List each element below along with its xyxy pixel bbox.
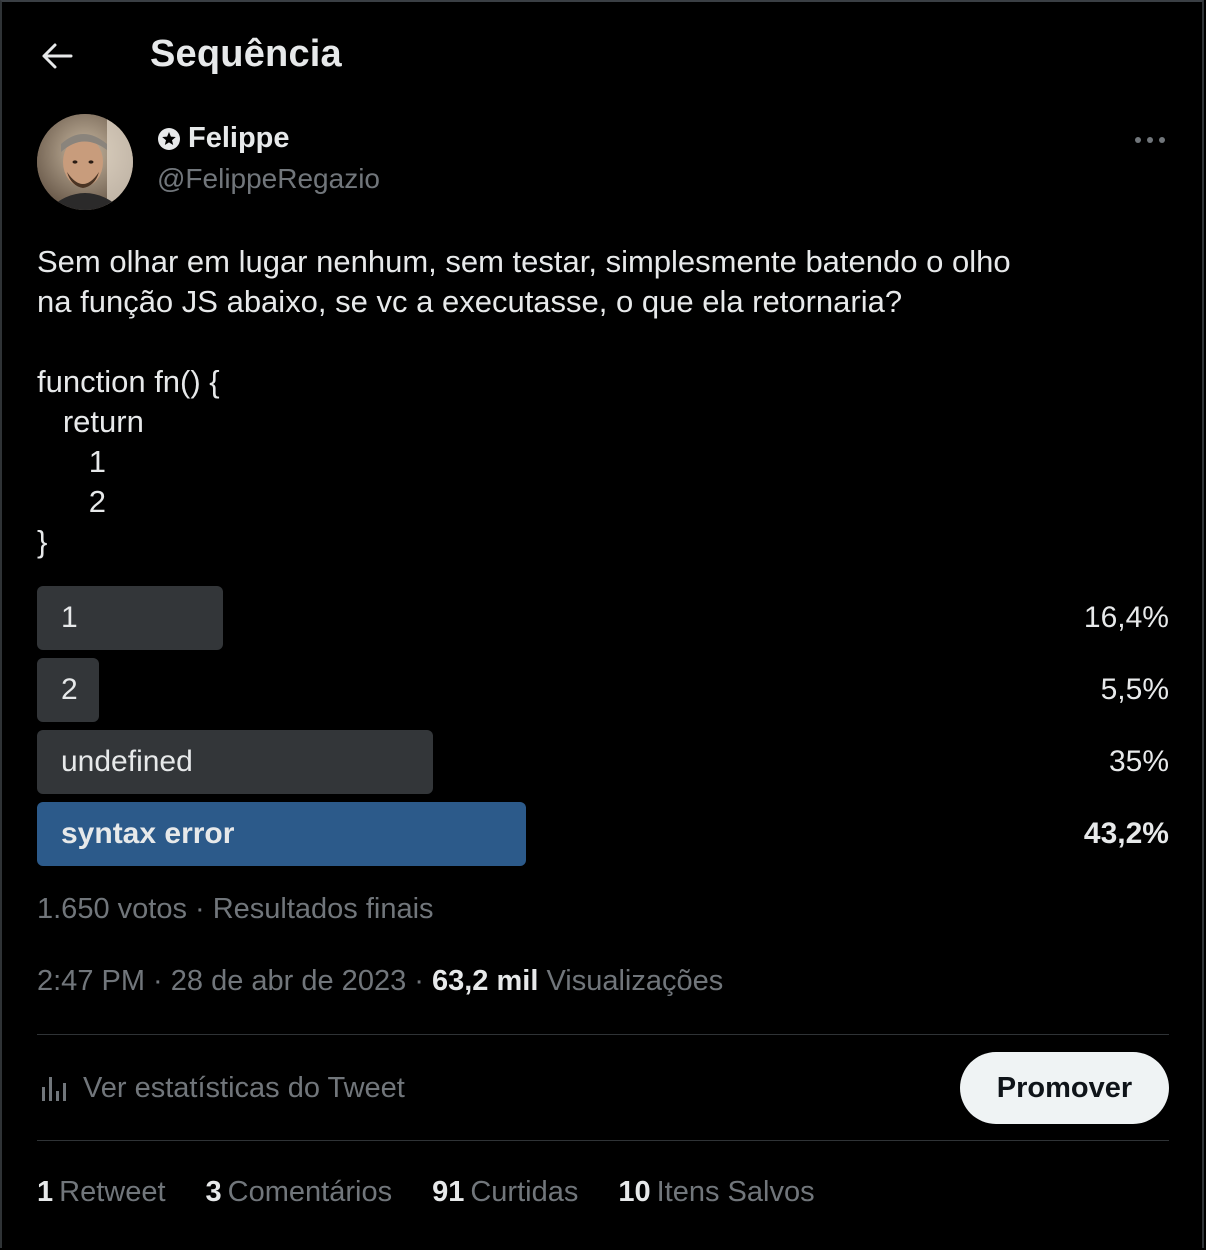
poll-option[interactable]: 2 5,5% [37, 658, 1169, 722]
author-name[interactable]: Felippe [157, 122, 290, 155]
poll-option-percent: 5,5% [1100, 673, 1169, 706]
poll-option-label: 2 [61, 673, 78, 706]
views-count: 63,2 mil [431, 965, 539, 997]
promote-button[interactable]: Promover [960, 1052, 1169, 1124]
more-options-button[interactable] [1128, 124, 1172, 156]
poll: 1 16,4% 2 5,5% undefined 35% syntax erro… [37, 586, 1169, 874]
poll-option-percent: 16,4% [1083, 601, 1169, 634]
bar-chart-icon [37, 1071, 71, 1105]
avatar-image [37, 114, 133, 210]
tweet-text: Sem olhar em lugar nenhum, sem testar, s… [37, 244, 1011, 559]
author-name-text: Felippe [188, 122, 290, 154]
poll-option[interactable]: 1 16,4% [37, 586, 1169, 650]
count-number: 10 [618, 1176, 651, 1208]
likes-count[interactable]: 91 Curtidas [432, 1176, 578, 1209]
count-label: Comentários [227, 1176, 393, 1208]
poll-option-winner[interactable]: syntax error 43,2% [37, 802, 1169, 866]
views-label: Visualizações [538, 965, 724, 997]
poll-option-percent: 43,2% [1083, 817, 1169, 850]
divider [37, 1034, 1169, 1035]
poll-option-label: syntax error [61, 817, 235, 850]
poll-option-percent: 35% [1108, 745, 1169, 778]
timestamp[interactable]: 2:47 PM · 28 de abr de 2023 · [37, 965, 432, 997]
verified-star-icon [157, 127, 181, 151]
divider [37, 1140, 1169, 1141]
count-label: Itens Salvos [656, 1176, 815, 1208]
avatar[interactable] [37, 114, 133, 210]
engagement-counts: 1 Retweet 3 Comentários 91 Curtidas 10 Itens… [37, 1176, 855, 1209]
author-handle[interactable]: @FelippeRegazio [157, 163, 380, 195]
count-number: 1 [37, 1176, 54, 1208]
poll-option[interactable]: undefined 35% [37, 730, 1169, 794]
retweets-count[interactable]: 1 Retweet [37, 1176, 166, 1209]
count-number: 3 [205, 1176, 222, 1208]
view-tweet-stats-label: Ver estatísticas do Tweet [83, 1071, 405, 1104]
view-tweet-stats-link[interactable]: Ver estatísticas do Tweet [37, 1068, 405, 1108]
count-number: 91 [432, 1176, 465, 1208]
poll-option-label: undefined [61, 745, 193, 778]
more-horizontal-icon [1135, 137, 1165, 143]
page-title: Sequência [150, 33, 342, 75]
comments-count[interactable]: 3 Comentários [206, 1176, 393, 1209]
page-header: Sequência [0, 0, 1206, 110]
poll-option-label: 1 [61, 601, 78, 634]
saves-count[interactable]: 10 Itens Salvos [618, 1176, 814, 1209]
poll-meta: 1.650 votos · Resultados finais [37, 893, 434, 925]
count-label: Retweet [59, 1176, 166, 1208]
timestamp-row: 2:47 PM · 28 de abr de 2023 · 63,2 mil V… [37, 965, 723, 998]
arrow-left-icon [42, 43, 73, 69]
count-label: Curtidas [470, 1176, 579, 1208]
back-button[interactable] [34, 36, 80, 76]
